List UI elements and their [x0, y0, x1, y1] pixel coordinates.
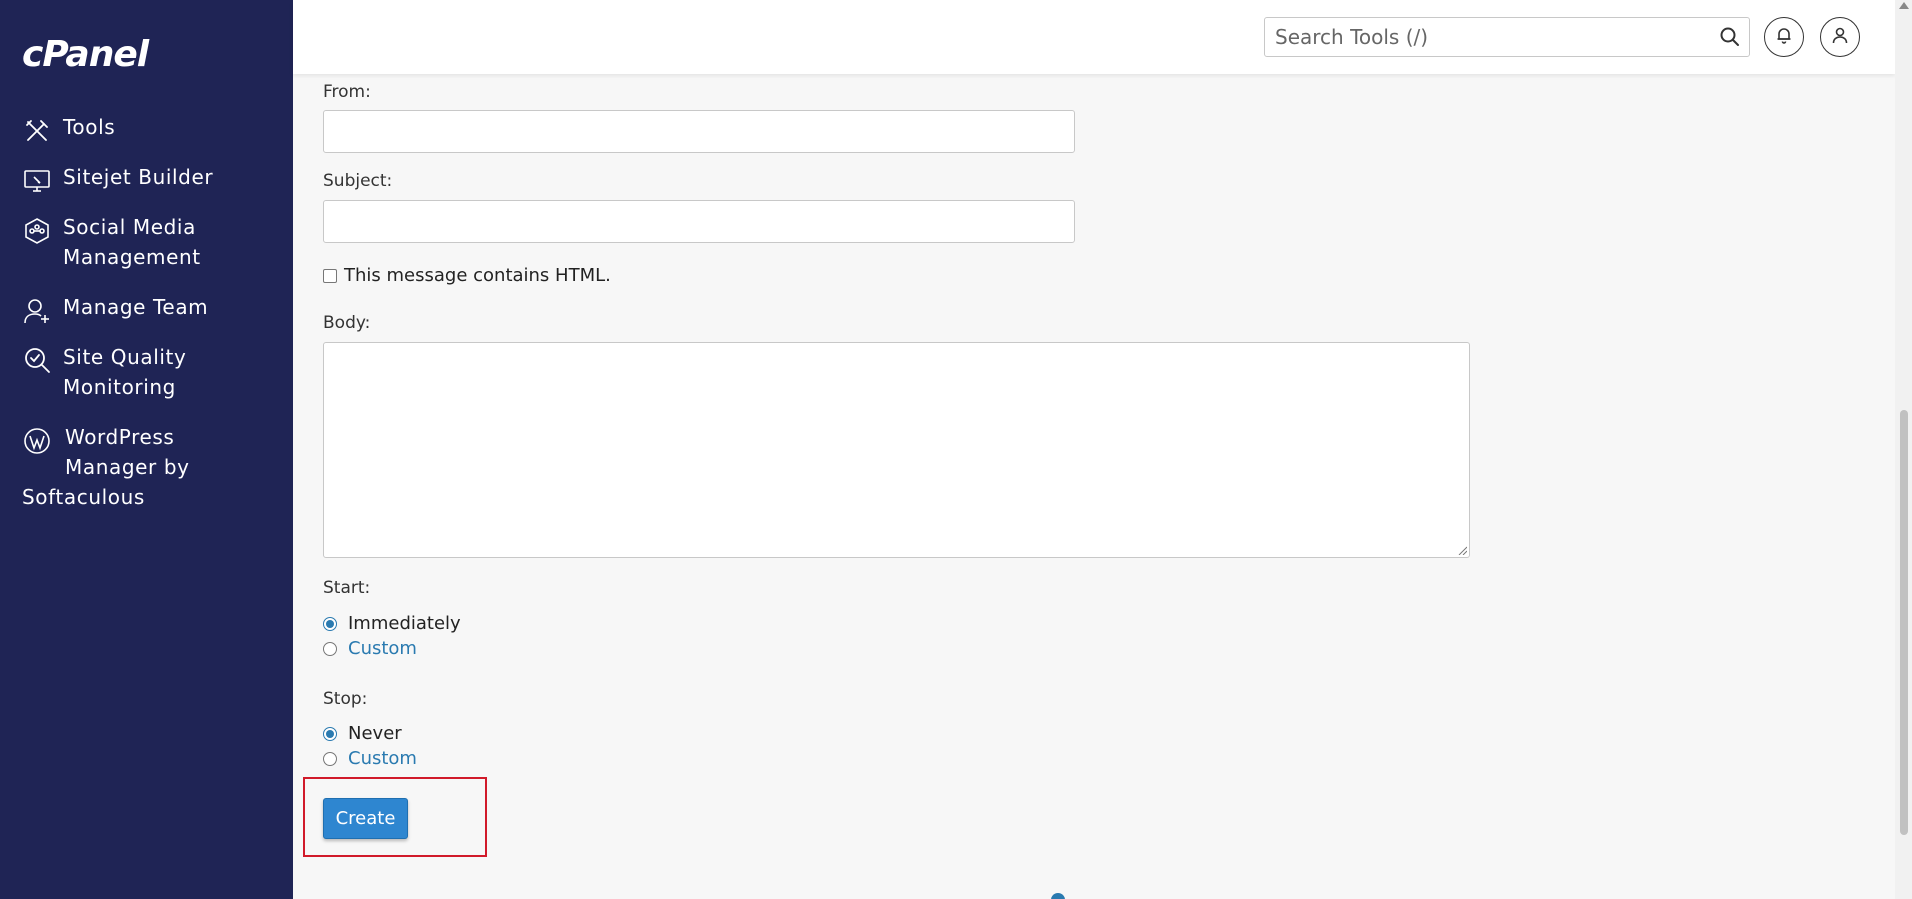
start-immediately-radio[interactable]	[323, 616, 337, 631]
search-input[interactable]	[1265, 18, 1695, 56]
social-media-icon	[22, 216, 52, 246]
body-textarea[interactable]	[323, 342, 1470, 558]
start-custom-radio[interactable]	[323, 641, 337, 656]
main-content: From: Subject: This message contains HTM…	[293, 74, 1895, 899]
stop-option-custom[interactable]: Custom	[323, 748, 417, 769]
start-option-immediately[interactable]: Immediately	[323, 613, 461, 634]
stop-never-label: Never	[348, 723, 402, 744]
sidebar-item-label-line2: Management	[63, 245, 201, 269]
subject-label: Subject:	[323, 171, 393, 191]
create-button[interactable]: Create	[323, 798, 408, 839]
sidebar-item-label-line1: Social Media	[63, 215, 196, 239]
scroll-thumb[interactable]	[1900, 410, 1908, 835]
subject-input[interactable]	[323, 200, 1075, 243]
sidebar-item-label-line2: Monitoring	[63, 375, 176, 399]
start-custom-label[interactable]: Custom	[348, 638, 417, 659]
stop-custom-radio[interactable]	[323, 751, 337, 766]
resize-grip-icon[interactable]	[1457, 545, 1467, 555]
body-label: Body:	[323, 313, 371, 333]
from-input[interactable]	[323, 110, 1075, 153]
sidebar-item-label-line3: Softaculous	[22, 485, 145, 509]
html-checkbox-row: This message contains HTML.	[323, 265, 611, 286]
stop-label: Stop:	[323, 689, 368, 709]
search-box	[1264, 17, 1750, 57]
cpanel-logo[interactable]: cPanel	[22, 34, 149, 75]
sidebar-item-label: Sitejet Builder	[63, 165, 214, 189]
search-icon[interactable]	[1719, 26, 1741, 48]
stop-custom-label[interactable]: Custom	[348, 748, 417, 769]
sitejet-icon	[22, 166, 52, 196]
from-label: From:	[323, 82, 371, 102]
manage-team-icon	[22, 296, 52, 326]
start-immediately-label: Immediately	[348, 613, 461, 634]
sidebar-item-label-line2: Manager by	[65, 455, 190, 479]
sidebar-item-label-line1: WordPress	[65, 425, 175, 449]
site-quality-icon	[22, 346, 52, 376]
page-scrollbar[interactable]	[1895, 0, 1912, 899]
html-checkbox[interactable]	[323, 268, 337, 283]
sidebar-item-manage-team[interactable]: Manage Team	[0, 292, 293, 324]
sidebar-item-label: Manage Team	[63, 295, 209, 319]
tools-icon	[22, 116, 52, 146]
wordpress-icon	[22, 426, 52, 456]
sidebar-item-social-media-management[interactable]: Social Media Management	[0, 212, 293, 272]
user-menu-button[interactable]	[1820, 17, 1860, 57]
sidebar: cPanel Tools Sitejet Builder Social Medi…	[0, 0, 293, 899]
html-checkbox-label: This message contains HTML.	[344, 265, 611, 286]
top-bar	[293, 0, 1895, 74]
sidebar-item-label: Tools	[63, 115, 116, 139]
scroll-up-arrow-icon[interactable]	[1899, 2, 1909, 9]
sidebar-item-tools[interactable]: Tools	[0, 112, 293, 142]
sidebar-item-label-line1: Site Quality	[63, 345, 187, 369]
sidebar-item-sitejet-builder[interactable]: Sitejet Builder	[0, 162, 293, 192]
sidebar-item-site-quality-monitoring[interactable]: Site Quality Monitoring	[0, 342, 293, 402]
stop-never-radio[interactable]	[323, 726, 337, 741]
stop-option-never[interactable]: Never	[323, 723, 402, 744]
notifications-button[interactable]	[1764, 17, 1804, 57]
start-label: Start:	[323, 578, 371, 598]
sidebar-item-wordpress-manager[interactable]: WordPress Manager by Softaculous	[0, 422, 293, 512]
user-icon	[1830, 25, 1850, 49]
bell-icon	[1774, 25, 1794, 49]
start-option-custom[interactable]: Custom	[323, 638, 417, 659]
